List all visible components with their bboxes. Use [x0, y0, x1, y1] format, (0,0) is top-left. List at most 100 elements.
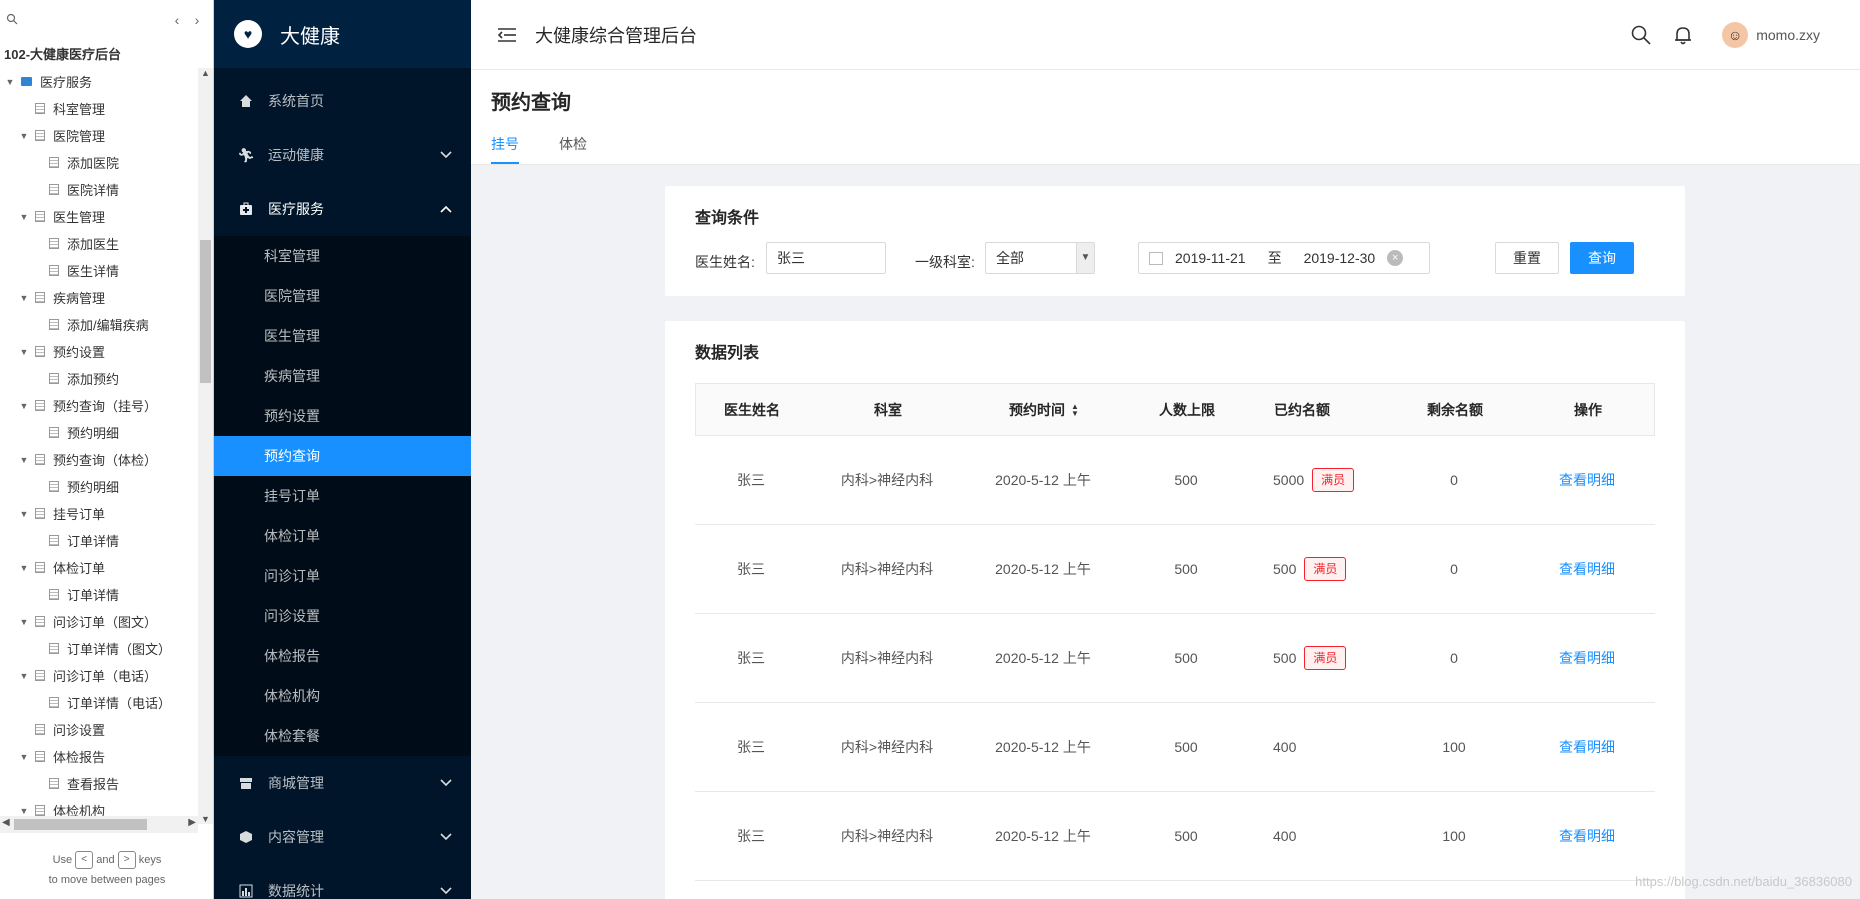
tree-item[interactable]: 查看报告: [0, 770, 198, 797]
tree-item[interactable]: 预约明细: [0, 473, 198, 500]
tree-item[interactable]: 添加医院: [0, 149, 198, 176]
tree-item[interactable]: ▼ 预约设置: [0, 338, 198, 365]
expand-toggle-icon[interactable]: ▼: [18, 806, 30, 816]
next-page-icon[interactable]: ›: [187, 12, 207, 28]
menu-item-label: 内容管理: [268, 829, 324, 845]
brand[interactable]: ♥ 大健康: [214, 0, 471, 68]
scroll-thumb[interactable]: [14, 819, 147, 830]
date-end[interactable]: 2019-12-30: [1304, 250, 1376, 266]
view-detail-link[interactable]: 查看明细: [1559, 826, 1615, 846]
submenu-item[interactable]: 预约设置: [214, 396, 471, 436]
view-detail-link[interactable]: 查看明细: [1559, 737, 1615, 757]
submenu-item[interactable]: 体检套餐: [214, 716, 471, 756]
tree-item[interactable]: ▼ 体检报告: [0, 743, 198, 770]
view-detail-link[interactable]: 查看明细: [1559, 470, 1615, 490]
expand-toggle-icon[interactable]: ▼: [4, 77, 16, 87]
page-icon: [49, 373, 59, 384]
expand-toggle-icon[interactable]: ▼: [18, 293, 30, 303]
search-icon[interactable]: [6, 13, 18, 28]
tree-item[interactable]: 添加医生: [0, 230, 198, 257]
dept-select[interactable]: 全部 ▼: [985, 242, 1095, 274]
tab-register[interactable]: 挂号: [491, 134, 519, 164]
cell-dept: 内科>神经内科: [840, 828, 934, 844]
sort-icon[interactable]: ▲ ▼: [1071, 402, 1079, 417]
submenu-item[interactable]: 医院管理: [214, 276, 471, 316]
previous-page-icon[interactable]: ‹: [167, 12, 187, 28]
scroll-left-icon[interactable]: ◀: [2, 817, 10, 828]
expand-toggle-icon[interactable]: ▼: [18, 212, 30, 222]
tree-item[interactable]: 订单详情: [0, 527, 198, 554]
tree-item[interactable]: ▼ 问诊订单（图文）: [0, 608, 198, 635]
tree-item[interactable]: 添加预约: [0, 365, 198, 392]
scroll-thumb[interactable]: [200, 240, 211, 383]
tree-item-label: 医院详情: [67, 183, 120, 198]
search-icon[interactable]: [1630, 24, 1652, 46]
date-range-picker[interactable]: 2019-11-21 至 2019-12-30 ×: [1138, 242, 1430, 274]
tree-item[interactable]: ▼ 预约查询（挂号）: [0, 392, 198, 419]
expand-toggle-icon[interactable]: ▼: [18, 617, 30, 627]
expand-toggle-icon[interactable]: ▼: [18, 347, 30, 357]
view-detail-link[interactable]: 查看明细: [1559, 559, 1615, 579]
menu-fold-icon[interactable]: [495, 23, 519, 47]
submenu-item[interactable]: 体检订单: [214, 516, 471, 556]
expand-toggle-icon[interactable]: ▼: [18, 563, 30, 573]
tree-item[interactable]: ▼ 预约查询（体检）: [0, 446, 198, 473]
submenu-item[interactable]: 疾病管理: [214, 356, 471, 396]
tree-item[interactable]: 订单详情（电话）: [0, 689, 198, 716]
tree-item[interactable]: ▼ 医生管理: [0, 203, 198, 230]
tree-item[interactable]: 问诊设置: [0, 716, 198, 743]
tree-vertical-scrollbar[interactable]: ▲ ▼: [198, 68, 213, 824]
tree-item[interactable]: ▼ 医疗服务: [0, 68, 198, 95]
tree-item[interactable]: ▼ 疾病管理: [0, 284, 198, 311]
expand-toggle-icon[interactable]: ▼: [18, 401, 30, 411]
expand-toggle-icon[interactable]: ▼: [18, 671, 30, 681]
tree-item[interactable]: 医生详情: [0, 257, 198, 284]
date-start[interactable]: 2019-11-21: [1175, 250, 1246, 266]
scroll-up-icon[interactable]: ▲: [198, 68, 213, 78]
reset-button[interactable]: 重置: [1495, 242, 1559, 274]
tree-item[interactable]: 科室管理: [0, 95, 198, 122]
page-icon: [49, 319, 59, 330]
submenu-item[interactable]: 医生管理: [214, 316, 471, 356]
tree-item[interactable]: ▼ 问诊订单（电话）: [0, 662, 198, 689]
expand-toggle-icon[interactable]: ▼: [18, 509, 30, 519]
scroll-down-icon[interactable]: ▼: [198, 814, 213, 824]
tree-item[interactable]: 订单详情（图文）: [0, 635, 198, 662]
search-button[interactable]: 查询: [1570, 242, 1634, 274]
expand-toggle-icon[interactable]: ▼: [18, 455, 30, 465]
avatar[interactable]: ☺: [1722, 22, 1749, 48]
menu-item-stats[interactable]: 数据统计: [214, 864, 471, 899]
tab-checkup[interactable]: 体检: [559, 134, 587, 164]
tree-item[interactable]: ▼ 体检订单: [0, 554, 198, 581]
bell-icon[interactable]: [1672, 24, 1694, 46]
tree-item[interactable]: 订单详情: [0, 581, 198, 608]
clear-icon[interactable]: ×: [1387, 250, 1404, 266]
submenu-item[interactable]: 科室管理: [214, 236, 471, 276]
menu-item-sport[interactable]: 🏃︎ 运动健康: [214, 128, 471, 182]
chevron-down-icon[interactable]: ▼: [1076, 243, 1094, 273]
tree-item[interactable]: ▼ 挂号订单: [0, 500, 198, 527]
tree-item[interactable]: 医院详情: [0, 176, 198, 203]
menu-item-home[interactable]: 系统首页: [214, 74, 471, 128]
tree-horizontal-scrollbar[interactable]: ◀ ▶: [0, 816, 198, 833]
tree-item[interactable]: 预约明细: [0, 419, 198, 446]
expand-toggle-icon[interactable]: ▼: [18, 752, 30, 762]
submenu-item[interactable]: 预约查询: [214, 436, 471, 476]
submenu-item[interactable]: 体检机构: [214, 676, 471, 716]
doctor-name-input[interactable]: 张三: [766, 242, 886, 274]
menu-item-mall[interactable]: 商城管理: [214, 756, 471, 810]
expand-toggle-icon[interactable]: ▼: [18, 131, 30, 141]
tree-item[interactable]: ▼ 医院管理: [0, 122, 198, 149]
scroll-right-icon[interactable]: ▶: [188, 817, 196, 828]
username[interactable]: momo.zxy: [1756, 27, 1820, 43]
menu-item-medical[interactable]: 医疗服务: [214, 182, 471, 236]
view-detail-link[interactable]: 查看明细: [1559, 648, 1615, 668]
submenu-item[interactable]: 问诊订单: [214, 556, 471, 596]
menu-item-content[interactable]: 内容管理: [214, 810, 471, 864]
submenu-item[interactable]: 体检报告: [214, 636, 471, 676]
submenu-item[interactable]: 问诊设置: [214, 596, 471, 636]
tree-item[interactable]: 添加/编辑疾病: [0, 311, 198, 338]
page-icon: [49, 535, 59, 546]
col-time[interactable]: 预约时间 ▲ ▼: [968, 400, 1120, 420]
submenu-item[interactable]: 挂号订单: [214, 476, 471, 516]
